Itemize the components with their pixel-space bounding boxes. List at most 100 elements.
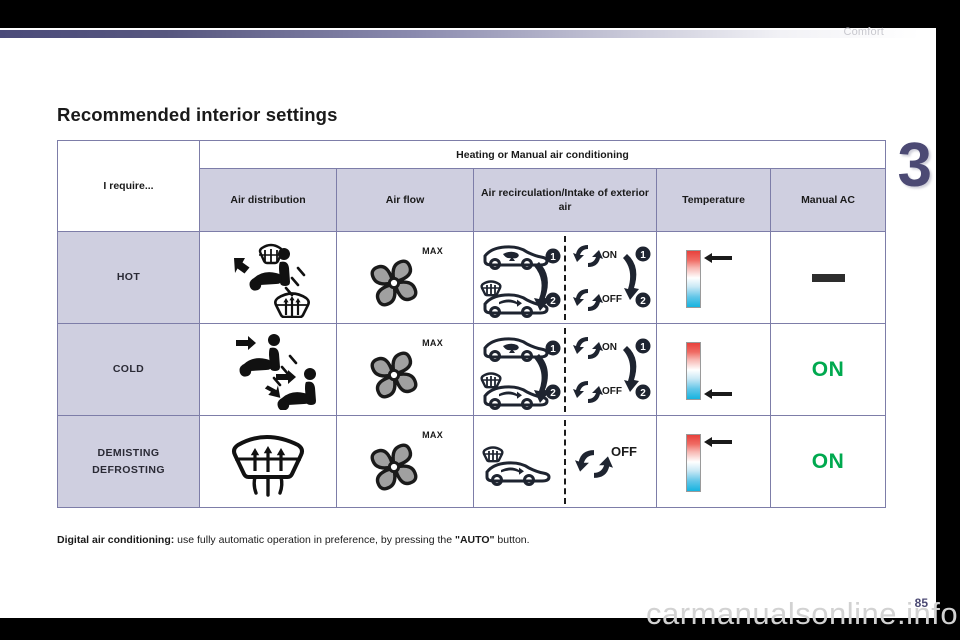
recommended-settings-table: I require... Heating or Manual air condi… [57,140,886,508]
manual-ac-on-label: ON [811,357,845,381]
temperature-arrow-demisting [703,435,732,453]
row-label-demisting-defrosting: DEMISTING DEFROSTING [57,415,200,508]
cell-manual-ac-demisting: ON [770,415,886,508]
svg-text:1: 1 [550,252,556,263]
recirculation-diagram-cold: 1 2 ON OFF 1 2 [475,326,655,414]
temperature-gauge-bar [685,341,701,400]
header-gradient-rule [0,30,920,38]
recirculation-off-label: OFF [602,293,622,305]
table-header-row-group: I require... Heating or Manual air condi… [57,140,886,232]
col-header-air-recirculation: Air recirculation/Intake of exterior air [473,168,657,232]
step-badge-left-1: 1 [545,340,561,361]
footnote-tail: button. [494,534,530,546]
table-row: COLD MAX 1 2 ON OFF 1 2 ON [57,323,886,416]
cell-air-flow-cold: MAX [336,323,474,416]
cell-temperature-cold [656,323,771,416]
section-label: Comfort [843,26,884,38]
svg-text:2: 2 [550,296,556,307]
footnote: Digital air conditioning: use fully auto… [57,534,530,546]
col-header-air-distribution: Air distribution [199,168,337,232]
watermark: carmanualsonline.info [646,596,959,631]
cell-air-recirculation-demisting: OFF [473,415,657,508]
step-badge-right-1: 1 [635,246,651,267]
cell-air-distribution-hot [199,231,337,324]
step-badge-right-2: 2 [635,292,651,313]
cell-manual-ac-hot [770,231,886,324]
svg-text:1: 1 [550,344,556,355]
svg-text:2: 2 [640,388,646,399]
recirculation-off-icon [575,446,613,487]
recirculation-off-label: OFF [611,443,637,459]
recirculation-divider [564,419,566,504]
col-header-air-flow: Air flow [336,168,474,232]
fan-icon-wrapper: MAX [361,424,449,500]
recirculation-divider [564,327,566,412]
svg-text:1: 1 [640,250,646,261]
footnote-body: use fully automatic operation in prefere… [174,534,455,546]
air-flow-max-label-cold: MAX [422,337,443,348]
cell-temperature-hot [656,231,771,324]
manual-ac-on-label: ON [811,449,845,473]
row-label-cold: COLD [57,323,200,416]
temperature-arrow-hot [703,251,732,269]
step-badge-right-1: 1 [635,338,651,359]
recommended-settings-table-wrapper: I require... Heating or Manual air condi… [57,140,886,508]
cell-air-distribution-cold [199,323,337,416]
temperature-arrow-cold [703,387,732,405]
step-badge-left-2: 2 [545,384,561,405]
temperature-gauge-icon [678,247,750,309]
recirculation-off-label: OFF [602,385,622,397]
table-row: DEMISTING DEFROSTING MAX OFF ON [57,415,886,508]
col-header-temperature: Temperature [656,168,771,232]
recirculation-on-label: ON [602,249,617,261]
col-header-i-require: I require... [57,140,200,232]
chapter-number: 3 [897,131,932,200]
air-flow-max-label-demisting: MAX [422,429,443,440]
manual-ac-dash-icon [811,273,845,282]
page-title: Recommended interior settings [57,104,338,125]
row-label-line-2: DEFROSTING [92,463,165,476]
cell-air-distribution-demisting [199,415,337,508]
cell-air-recirculation-cold: 1 2 ON OFF 1 2 [473,323,657,416]
recirculation-on-icon [573,242,603,275]
air-flow-max-label-hot: MAX [422,245,443,256]
table-row: HOT MAX 1 2 ON OFF 1 2 [57,231,886,324]
cell-air-flow-hot: MAX [336,231,474,324]
svg-text:1: 1 [640,342,646,353]
footnote-auto: "AUTO" [455,534,495,546]
temperature-gauge-bar [685,249,701,308]
col-header-manual-ac: Manual AC [770,168,886,232]
fan-icon-wrapper: MAX [361,332,449,408]
recirculation-divider [564,235,566,320]
recirculation-diagram-demisting: OFF [475,418,655,506]
top-black-band [0,0,960,28]
col-header-group: Heating or Manual air conditioning [199,140,886,169]
page-number: 85 [914,596,928,610]
row-label-hot: HOT [57,231,200,324]
recirculation-on-label: ON [602,341,617,353]
right-black-band [936,0,960,640]
recirculation-off-icon [573,286,603,319]
row-label-line-1: DEMISTING [97,447,160,460]
svg-text:2: 2 [640,296,646,307]
recirculation-on-icon [573,334,603,367]
fan-icon-wrapper: MAX [361,240,449,316]
car-exterior-air-intake-icon [479,440,561,497]
face-level-vents-icon [218,330,318,410]
recirculation-off-icon [573,378,603,411]
svg-text:2: 2 [550,388,556,399]
cell-manual-ac-cold: ON [770,323,886,416]
step-badge-left-1: 1 [545,248,561,269]
windscreen-demist-icon [230,427,306,497]
step-badge-right-2: 2 [635,384,651,405]
cell-air-flow-demisting: MAX [336,415,474,508]
temperature-gauge-bar [685,433,701,492]
feet-and-windscreen-vents-icon [218,238,318,318]
temperature-gauge-icon [678,339,750,401]
cell-temperature-demisting [656,415,771,508]
temperature-gauge-icon [678,431,750,493]
cell-air-recirculation-hot: 1 2 ON OFF 1 2 [473,231,657,324]
footnote-lead: Digital air conditioning: [57,534,175,546]
step-badge-left-2: 2 [545,292,561,313]
recirculation-diagram-hot: 1 2 ON OFF 1 2 [475,234,655,322]
